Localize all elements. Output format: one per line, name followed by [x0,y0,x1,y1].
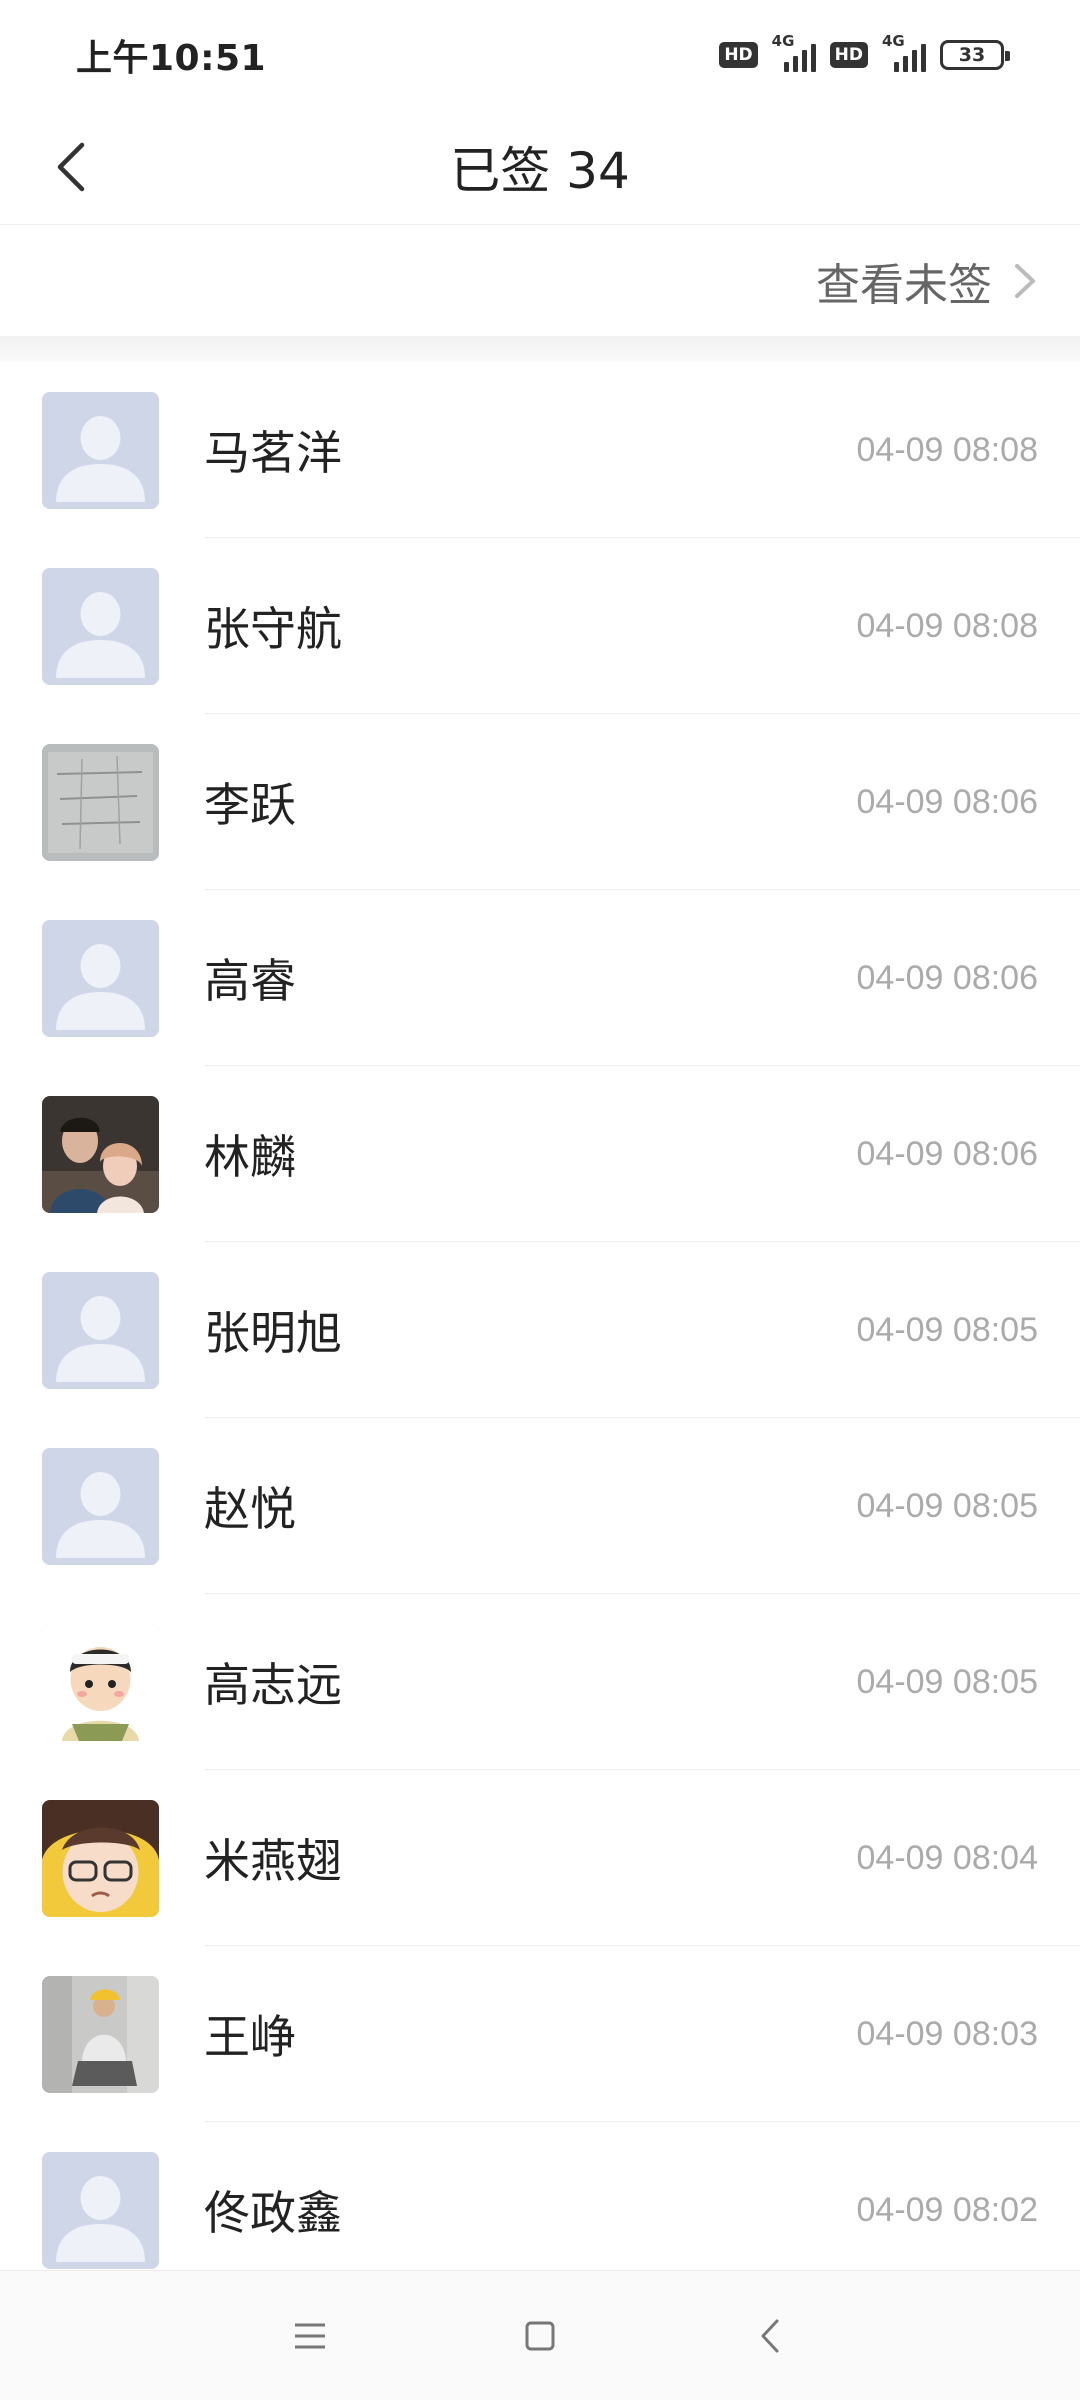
avatar[interactable] [42,1976,159,2093]
avatar[interactable] [42,392,159,509]
view-unsigned-link[interactable]: 查看未签 [0,226,1080,336]
list-item[interactable]: 张守航 04-09 08:08 [0,538,1080,714]
home-square-icon [525,2321,555,2350]
list-item[interactable]: 高志远 04-09 08:05 [0,1594,1080,1770]
list-item[interactable]: 李跃 04-09 08:06 [0,714,1080,890]
avatar[interactable] [42,1096,159,1213]
sign-time: 04-09 08:08 [856,430,1039,469]
hd-badge: HD [719,42,758,68]
system-back-button[interactable] [745,2311,795,2361]
avatar[interactable] [42,1448,159,1565]
sign-time: 04-09 08:04 [856,1838,1039,1877]
list-item[interactable]: 张明旭 04-09 08:05 [0,1242,1080,1418]
avatar[interactable] [42,920,159,1037]
signed-list: 马茗洋 04-09 08:08 张守航 04-09 08:08 李跃 04-09 08:0… [0,362,1080,2298]
member-name: 李跃 [204,778,296,832]
battery-level: 33 [958,44,986,66]
status-bar: 上午10:51 HD 4G HD 4G 33 [0,0,1080,110]
avatar[interactable] [42,568,159,685]
menu-button[interactable] [285,2311,335,2361]
signal-icon: 4G [882,32,926,72]
status-time: 上午10:51 [76,38,267,79]
member-name: 高睿 [204,954,296,1008]
member-name: 张守航 [204,602,342,656]
sign-time: 04-09 08:06 [856,1134,1039,1173]
chevron-right-icon [1012,261,1040,301]
chevron-left-icon [57,142,85,192]
member-name: 米燕翅 [204,1834,342,1888]
avatar[interactable] [42,2152,159,2269]
view-unsigned-label: 查看未签 [816,260,992,311]
hd-badge: HD [829,42,868,68]
avatar[interactable] [42,1272,159,1389]
menu-icon [295,2323,325,2348]
status-icons: HD 4G HD 4G 33 [719,32,1010,72]
battery-icon: 33 [940,40,1010,70]
system-nav-bar [0,2270,1080,2400]
sign-time: 04-09 08:05 [856,1486,1039,1525]
member-name: 马茗洋 [204,426,342,480]
member-name: 高志远 [204,1658,342,1712]
sign-time: 04-09 08:02 [856,2190,1039,2229]
avatar[interactable] [42,1624,159,1741]
signal-icon: 4G [772,32,816,72]
list-item[interactable]: 林麟 04-09 08:06 [0,1066,1080,1242]
network-type-label: 4G [882,32,905,50]
sign-time: 04-09 08:08 [856,606,1039,645]
avatar[interactable] [42,1800,159,1917]
network-type-label: 4G [771,32,795,50]
member-name: 王峥 [204,2010,296,2064]
sign-time: 04-09 08:06 [856,782,1039,821]
back-triangle-icon [761,2319,779,2352]
page-title: 已签 34 [450,142,630,200]
sign-time: 04-09 08:05 [856,1310,1039,1349]
home-button[interactable] [515,2311,565,2361]
sign-time: 04-09 08:06 [856,958,1039,997]
avatar[interactable] [42,744,159,861]
list-item[interactable]: 马茗洋 04-09 08:08 [0,362,1080,538]
member-name: 佟政鑫 [204,2186,342,2240]
list-item[interactable]: 王峥 04-09 08:03 [0,1946,1080,2122]
sign-time: 04-09 08:05 [856,1662,1039,1701]
list-item[interactable]: 高睿 04-09 08:06 [0,890,1080,1066]
section-divider [0,336,1080,362]
sign-time: 04-09 08:03 [856,2014,1039,2053]
member-name: 赵悦 [204,1482,296,1536]
list-item[interactable]: 米燕翅 04-09 08:04 [0,1770,1080,1946]
list-item[interactable]: 赵悦 04-09 08:05 [0,1418,1080,1594]
header: 已签 34 [0,110,1080,225]
back-button[interactable] [36,132,106,202]
member-name: 林麟 [204,1130,296,1184]
member-name: 张明旭 [204,1306,342,1360]
